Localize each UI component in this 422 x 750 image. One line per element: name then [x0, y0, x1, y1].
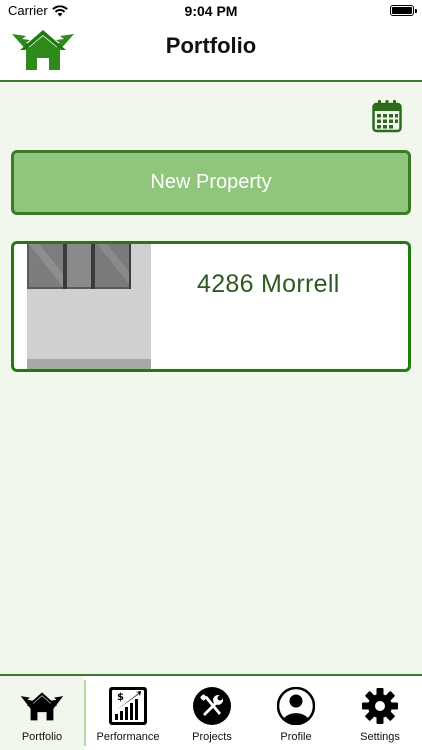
new-property-button[interactable]: New Property [11, 150, 411, 215]
page-title: Portfolio [165, 33, 257, 58]
battery-icon [390, 5, 417, 16]
property-photo [27, 244, 151, 369]
new-property-label: New Property [150, 171, 272, 193]
property-name: 4286 Morrell [197, 270, 340, 298]
property-card[interactable]: 4286 Morrell [11, 241, 411, 372]
tab-label-profile: Profile [280, 731, 312, 743]
tab-label-portfolio: Portfolio [21, 731, 63, 743]
tab-profile[interactable]: Profile [254, 676, 338, 750]
tab-bar: Portfolio $ Performance Projects Profile… [0, 674, 422, 750]
tab-settings[interactable]: Settings [338, 676, 422, 750]
tab-label-settings: Settings [360, 731, 400, 743]
main-content: New Property 4286 Morrell [0, 83, 422, 674]
tab-performance[interactable]: $ Performance [86, 676, 170, 750]
tools-icon [193, 687, 231, 725]
winged-house-icon [20, 692, 64, 721]
chart-dollar-icon: $ [109, 687, 147, 725]
header: Portfolio [0, 22, 422, 82]
tab-label-performance: Performance [96, 731, 160, 743]
status-bar: Carrier 9:04 PM [0, 0, 422, 22]
svg-text:$: $ [117, 692, 124, 703]
tab-portfolio[interactable]: Portfolio [0, 676, 84, 750]
status-time: 9:04 PM [184, 3, 238, 19]
tab-label-projects: Projects [192, 731, 232, 743]
calendar-icon[interactable] [372, 99, 402, 133]
tab-projects[interactable]: Projects [170, 676, 254, 750]
person-icon [277, 687, 315, 725]
gear-icon [362, 688, 398, 724]
